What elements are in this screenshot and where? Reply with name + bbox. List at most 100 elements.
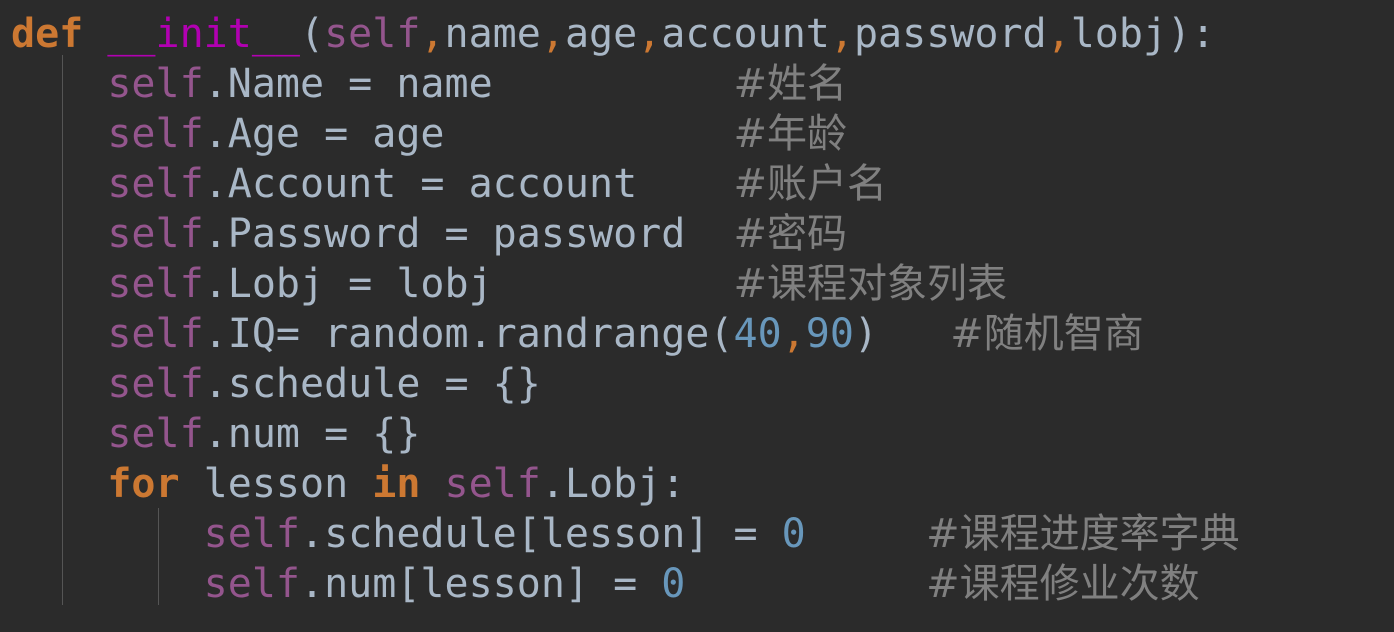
token-pad (637, 161, 733, 207)
token-plain: Account = account (227, 161, 638, 207)
token-comma: , (829, 11, 854, 57)
token-pad (685, 561, 926, 607)
token-punct: . (203, 211, 228, 257)
token-plain: Password = password (227, 211, 686, 257)
token-self: self (324, 11, 421, 57)
token-number: 90 (805, 311, 854, 357)
token-punct: ( (300, 11, 325, 57)
token-comment: #随机智商 (950, 311, 1144, 357)
token-punct: . (203, 311, 228, 357)
token-punct: . (203, 61, 228, 107)
token-pad (493, 61, 734, 107)
token-comment: #课程对象列表 (733, 261, 1007, 307)
token-comma: , (1046, 11, 1071, 57)
token-pad (493, 261, 734, 307)
token-number: 0 (781, 511, 806, 557)
token-comment: #账户名 (733, 161, 887, 207)
code-line[interactable]: self.Age = age #年龄 (11, 109, 1240, 159)
token-self: self (203, 511, 300, 557)
token-plain: name (444, 11, 541, 57)
code-line[interactable]: self.Account = account #账户名 (11, 159, 1240, 209)
code-line[interactable]: self.Lobj = lobj #课程对象列表 (11, 259, 1240, 309)
token-pad (685, 211, 733, 257)
token-self: self (107, 111, 204, 157)
token-self: self (203, 561, 300, 607)
token-comment: #课程进度率字典 (926, 511, 1240, 557)
code-line[interactable]: self.IQ= random.randrange(40,90) #随机智商 (11, 309, 1240, 359)
token-function_name: __init__ (107, 11, 300, 57)
token-pad (806, 511, 926, 557)
token-self: self (107, 211, 204, 257)
code-editor-viewport[interactable]: def __init__(self,name,age,account,passw… (0, 0, 1394, 632)
token-plain: Lobj = lobj (227, 261, 493, 307)
token-self: self (107, 411, 204, 457)
token-punct: . (203, 261, 228, 307)
token-keyword: for (107, 461, 180, 507)
token-comment: #密码 (733, 211, 847, 257)
token-plain: lobj (1070, 11, 1168, 57)
token-plain: account (661, 11, 830, 57)
code-line[interactable]: self.num = {} (11, 409, 1240, 459)
token-self: self (107, 161, 204, 207)
token-plain: Name = name (227, 61, 493, 107)
token-comma: , (781, 311, 806, 357)
token-self: self (107, 311, 204, 357)
token-punct: . (203, 161, 228, 207)
token-punct: ): (1167, 11, 1216, 57)
code-line[interactable]: self.schedule = {} (11, 359, 1240, 409)
code-line[interactable]: def __init__(self,name,age,account,passw… (11, 9, 1240, 59)
token-comment: #姓名 (733, 61, 847, 107)
token-self: self (107, 261, 204, 307)
token-number: 0 (661, 561, 686, 607)
token-pad (445, 111, 734, 157)
token-plain: schedule[lesson] = (324, 511, 782, 557)
token-plain: Age = age (227, 111, 445, 157)
token-punct: . (203, 411, 228, 457)
token-comment: #年龄 (733, 111, 847, 157)
token-plain: schedule = {} (227, 361, 541, 407)
token-plain: lesson (179, 461, 373, 507)
token-plain: Lobj: (564, 461, 686, 507)
token-number: 40 (733, 311, 782, 357)
token-punct: . (203, 111, 228, 157)
token-self: self (107, 61, 204, 107)
code-line[interactable]: self.Password = password #密码 (11, 209, 1240, 259)
token-punct: . (299, 561, 325, 607)
token-punct: . (299, 511, 325, 557)
token-punct: ) (853, 311, 879, 357)
token-comment: #课程修业次数 (926, 561, 1200, 607)
code-content[interactable]: def __init__(self,name,age,account,passw… (0, 0, 1240, 609)
code-line[interactable]: for lesson in self.Lobj: (11, 459, 1240, 509)
token-comma: , (420, 11, 445, 57)
token-keyword: in (372, 461, 421, 507)
token-punct: . (540, 461, 565, 507)
token-comma: , (540, 11, 565, 57)
token-plain: password (853, 11, 1047, 57)
token-self: self (107, 361, 204, 407)
token-pad (878, 311, 950, 357)
token-plain: age (564, 11, 638, 57)
token-plain: IQ= random.randrange( (227, 311, 734, 357)
code-line[interactable]: self.schedule[lesson] = 0 #课程进度率字典 (11, 509, 1240, 559)
token-plain: num = {} (227, 411, 421, 457)
token-keyword: def (11, 11, 84, 57)
token-plain: num[lesson] = (324, 561, 662, 607)
token-punct: . (203, 361, 228, 407)
code-line[interactable]: self.num[lesson] = 0 #课程修业次数 (11, 559, 1240, 609)
token-self: self (444, 461, 541, 507)
token-comma: , (637, 11, 662, 57)
code-line[interactable]: self.Name = name #姓名 (11, 59, 1240, 109)
